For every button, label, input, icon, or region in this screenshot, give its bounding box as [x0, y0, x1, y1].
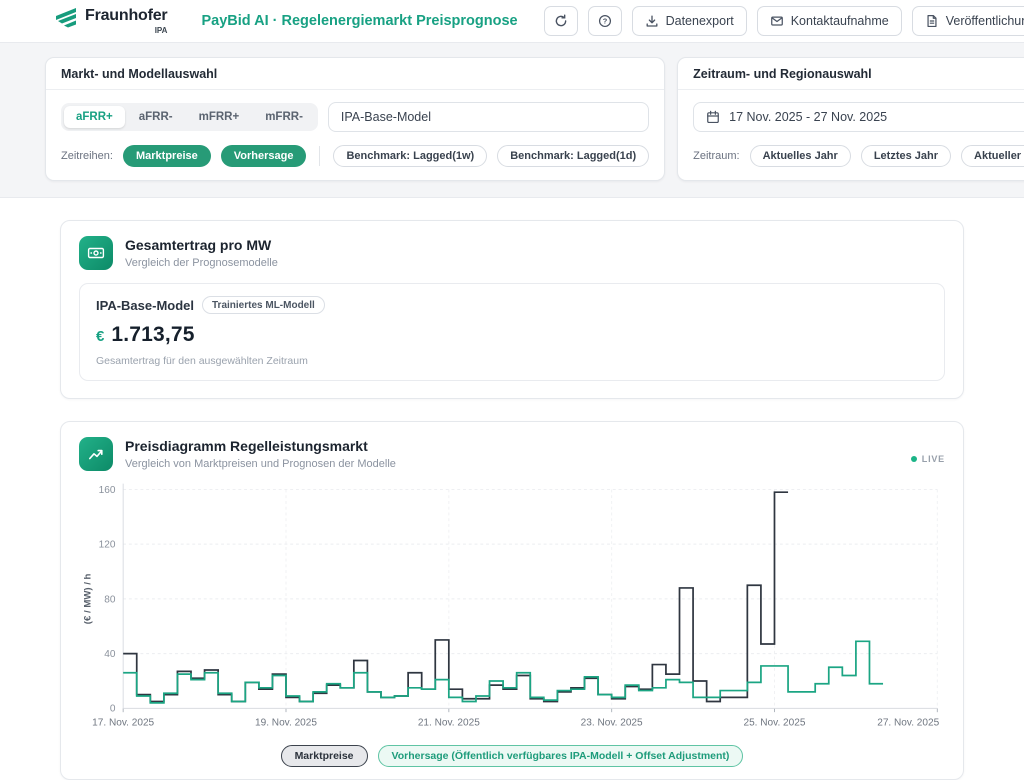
svg-text:(€ / MW) / h: (€ / MW) / h	[83, 573, 94, 624]
svg-text:160: 160	[99, 485, 116, 496]
date-range-value: 17 Nov. 2025 - 27 Nov. 2025	[729, 110, 887, 124]
datenexport-button[interactable]: Datenexport	[632, 6, 747, 36]
download-icon	[645, 14, 659, 28]
range-letztes-jahr[interactable]: Letztes Jahr	[861, 145, 951, 167]
filter-band: Markt- und Modellauswahl aFRR+ aFRR- mFR…	[0, 43, 1024, 198]
refresh-icon	[554, 14, 568, 28]
veroeffentlichung-button[interactable]: Veröffentlichung	[912, 6, 1024, 36]
fraunhofer-logo: Fraunhofer IPA	[55, 8, 167, 35]
refresh-button[interactable]	[544, 6, 578, 36]
kpi-currency: €	[96, 328, 104, 345]
mail-icon	[770, 14, 784, 28]
live-label: LIVE	[922, 454, 945, 464]
kontaktaufnahme-label: Kontaktaufnahme	[791, 14, 889, 28]
svg-text:120: 120	[99, 540, 116, 551]
svg-text:27. Nov. 2025: 27. Nov. 2025	[877, 718, 939, 729]
zeitreihen-label: Zeitreihen:	[61, 150, 113, 162]
benchmark-lagged-1w-toggle[interactable]: Benchmark: Lagged(1w)	[333, 145, 487, 167]
range-aktuelles-jahr[interactable]: Aktuelles Jahr	[750, 145, 851, 167]
chart-title: Preisdiagramm Regelleistungsmarkt	[125, 438, 396, 454]
kontaktaufnahme-button[interactable]: Kontaktaufnahme	[757, 6, 902, 36]
chart-subtitle: Vergleich von Marktpreisen und Prognosen…	[125, 458, 396, 470]
svg-text:21. Nov. 2025: 21. Nov. 2025	[418, 718, 480, 729]
market-panel-title: Markt- und Modellauswahl	[46, 58, 664, 90]
price-chart-svg: 0 40 80 120 160 17. Nov. 2025 19. Nov. 2025 21.…	[79, 476, 945, 741]
kpi-model-badge: Trainiertes ML-Modell	[202, 296, 325, 314]
header-actions: ? Datenexport Kontaktaufnahme	[544, 6, 1024, 36]
market-model-panel: Markt- und Modellauswahl aFRR+ aFRR- mFR…	[45, 57, 665, 181]
svg-text:40: 40	[104, 649, 116, 660]
app-title: PayBid AI · Regelenergiemarkt Preisprogn…	[201, 13, 517, 29]
tab-mfrr-plus[interactable]: mFRR+	[187, 106, 252, 128]
time-region-panel: Zeitraum- und Regionauswahl 17 Nov. 2025…	[677, 57, 1024, 181]
logo-brand-text: Fraunhofer	[85, 8, 167, 24]
live-dot-icon	[911, 456, 917, 462]
top-bar: Fraunhofer IPA PayBid AI · Regelenergiem…	[0, 0, 1024, 43]
vorhersage-toggle[interactable]: Vorhersage	[221, 145, 307, 167]
svg-text:23. Nov. 2025: 23. Nov. 2025	[581, 718, 643, 729]
fraunhofer-stripes-icon	[55, 8, 79, 30]
price-chart-card: Preisdiagramm Regelleistungsmarkt Vergle…	[60, 421, 964, 780]
banknote-icon	[79, 236, 113, 270]
kpi-value: 1.713,75	[111, 323, 194, 347]
kpi-model-panel: IPA-Base-Model Trainiertes ML-Modell € 1…	[79, 283, 945, 381]
document-icon	[925, 14, 939, 28]
svg-text:?: ?	[602, 17, 607, 26]
tab-afrr-minus[interactable]: aFRR-	[127, 106, 185, 128]
model-select[interactable]: IPA-Base-Model	[328, 102, 649, 132]
date-range-input[interactable]: 17 Nov. 2025 - 27 Nov. 2025	[693, 102, 1024, 132]
main-content: Gesamtertrag pro MW Vergleich der Progno…	[0, 198, 1024, 780]
svg-text:17. Nov. 2025: 17. Nov. 2025	[92, 718, 154, 729]
kpi-model-name: IPA-Base-Model	[96, 298, 194, 313]
datenexport-label: Datenexport	[666, 14, 734, 28]
benchmark-lagged-1d-toggle[interactable]: Benchmark: Lagged(1d)	[497, 145, 649, 167]
kpi-caption: Gesamtertrag für den ausgewählten Zeitra…	[96, 355, 928, 367]
time-panel-title: Zeitraum- und Regionauswahl	[678, 58, 1024, 90]
svg-text:80: 80	[104, 594, 116, 605]
live-badge: LIVE	[911, 454, 945, 464]
kpi-title: Gesamtertrag pro MW	[125, 237, 278, 253]
kpi-subtitle: Vergleich der Prognosemodelle	[125, 257, 278, 269]
marktpreise-toggle[interactable]: Marktpreise	[123, 145, 211, 167]
legend-marktpreise[interactable]: Marktpreise	[281, 745, 368, 767]
svg-text:19. Nov. 2025: 19. Nov. 2025	[255, 718, 317, 729]
tab-mfrr-minus[interactable]: mFRR-	[253, 106, 315, 128]
calendar-icon	[706, 110, 720, 124]
market-segmented-control: aFRR+ aFRR- mFRR+ mFRR-	[61, 103, 318, 131]
svg-text:25. Nov. 2025: 25. Nov. 2025	[743, 718, 805, 729]
legend-vorhersage[interactable]: Vorhersage (Öffentlich verfügbares IPA-M…	[378, 745, 744, 767]
logo-sub-text: IPA	[155, 26, 168, 35]
range-aktueller-monat[interactable]: Aktueller Monat	[961, 145, 1024, 167]
help-icon: ?	[598, 14, 612, 28]
trend-up-icon	[79, 437, 113, 471]
svg-text:0: 0	[110, 704, 116, 715]
chart-legend: Marktpreise Vorhersage (Öffentlich verfü…	[79, 745, 945, 767]
kpi-card: Gesamtertrag pro MW Vergleich der Progno…	[60, 220, 964, 399]
model-select-value: IPA-Base-Model	[341, 110, 431, 124]
tab-afrr-plus[interactable]: aFRR+	[64, 106, 125, 128]
help-button[interactable]: ?	[588, 6, 622, 36]
pill-divider	[319, 146, 320, 166]
zeitraum-label: Zeitraum:	[693, 150, 739, 162]
veroeffentlichung-label: Veröffentlichung	[946, 14, 1024, 28]
